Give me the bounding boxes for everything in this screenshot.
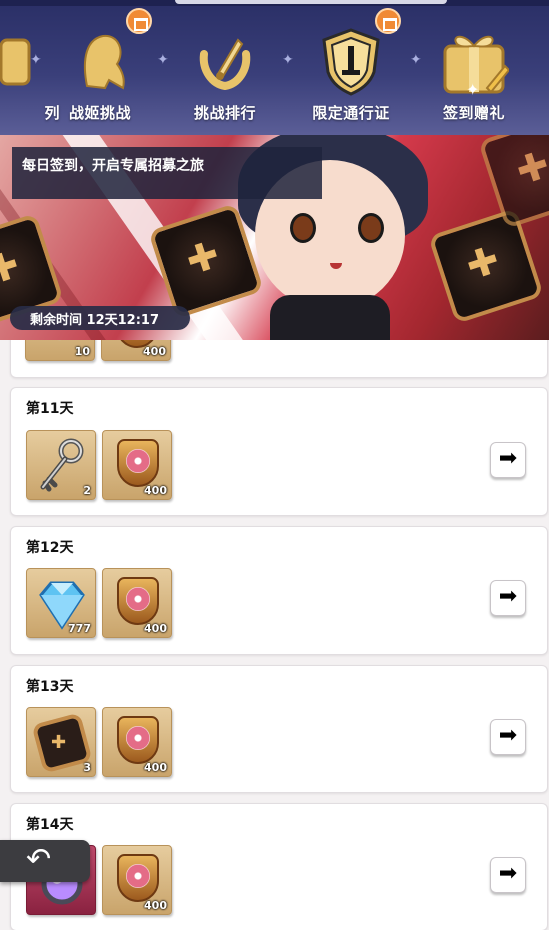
day-card: 🎲 10 400 (10, 340, 548, 378)
shield-sword-icon (322, 28, 380, 96)
dice-icon: 🎲 (26, 340, 94, 344)
reward-count: 400 (144, 899, 167, 912)
laurel-sword-icon (199, 38, 251, 91)
reward-count: 777 (68, 622, 91, 635)
reward-count: 400 (144, 622, 167, 635)
shield-badge-icon (117, 716, 159, 764)
day-title: 第12天 (26, 540, 74, 556)
reward-item[interactable]: ✚ 3 (26, 707, 96, 777)
sparkle-icon: ✦ (466, 80, 480, 99)
reward-item[interactable]: 400 (102, 845, 172, 915)
maiden-silhouette-icon (83, 34, 125, 90)
go-button[interactable]: ➡ (490, 580, 526, 616)
nav-label: 战姬挑战 (68, 104, 131, 122)
reward-count: 400 (144, 484, 167, 497)
nav-item-challenge-ranking[interactable]: 挑战排行 (165, 20, 285, 130)
reward-item[interactable]: 2 (26, 430, 96, 500)
go-button[interactable]: ➡ (490, 719, 526, 755)
undo-arrow-icon: ↶ (26, 842, 52, 877)
reward-item[interactable]: 400 (102, 430, 172, 500)
reward-item[interactable]: 🎲 10 (25, 340, 95, 361)
day-card: 第13天 ✚ 3 400 ➡ (10, 665, 548, 793)
nav-label: 签到赠礼 (442, 104, 505, 122)
nav-item-maiden-challenge[interactable]: 战姬挑战 (40, 8, 160, 130)
back-button[interactable]: ↶ (0, 840, 90, 882)
go-button[interactable]: ➡ (490, 857, 526, 893)
go-button[interactable]: ➡ (490, 442, 526, 478)
day-title: 第11天 (26, 401, 74, 417)
nav-label: 挑战排行 (193, 104, 256, 122)
day-card: 第14天 400 ➡ (10, 803, 548, 930)
reward-count: 2 (83, 484, 91, 497)
character-eye (290, 213, 316, 243)
reward-count: 400 (143, 345, 166, 358)
shield-badge-icon (117, 439, 159, 487)
day-card: 第12天 777 400 ➡ (10, 526, 548, 655)
top-nav-bar: ✦ ✦ ✦ ✦ 列 战姬挑战 挑战排行 限定通行证 ✦ 签到赠礼 (0, 0, 549, 137)
banner-title: 每日签到，开启专属招募之旅 (12, 147, 322, 199)
gift-badge-icon (375, 8, 401, 34)
reward-count: 10 (74, 345, 90, 358)
svg-text:✚: ✚ (51, 732, 66, 753)
day-title: 第14天 (26, 817, 74, 833)
reward-item[interactable]: 777 (26, 568, 96, 638)
gift-badge-icon (126, 8, 152, 34)
reward-item[interactable]: 400 (102, 707, 172, 777)
reward-count: 400 (144, 761, 167, 774)
day-card: 第11天 2 400 ➡ (10, 387, 548, 516)
character-eye (358, 213, 384, 243)
shield-badge-icon (117, 854, 159, 902)
nav-item-sign-in-gift[interactable]: ✦ 签到赠礼 (414, 20, 534, 130)
top-strip (175, 0, 447, 4)
character-body (270, 295, 390, 340)
countdown-timer: 剩余时间 12天12:17 (10, 306, 190, 330)
dice-art (428, 208, 544, 324)
reward-item[interactable]: 400 (101, 340, 171, 361)
nav-label: 限定通行证 (312, 104, 390, 122)
day-title: 第13天 (26, 679, 74, 695)
reward-item[interactable]: 400 (102, 568, 172, 638)
scroll-icon (0, 38, 31, 86)
nav-item-limited-pass[interactable]: 限定通行证 (291, 8, 411, 130)
dice-art (478, 135, 549, 229)
reward-count: 3 (83, 761, 91, 774)
event-banner: 每日签到，开启专属招募之旅 剩余时间 12天12:17 (0, 135, 549, 340)
shield-badge-icon (117, 577, 159, 625)
